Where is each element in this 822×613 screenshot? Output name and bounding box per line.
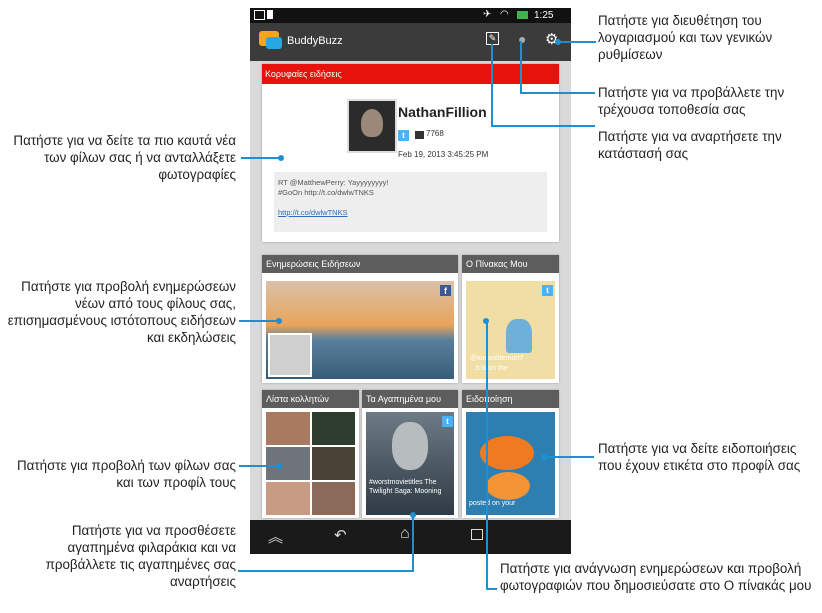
back-icon[interactable]: ↶ — [334, 526, 347, 544]
clock: 1:25 — [534, 10, 554, 21]
hide-keyboard-icon[interactable]: ︽ — [268, 526, 283, 547]
wifi-icon: ◠ — [500, 9, 509, 20]
navigation-bar: ︽ ↶ ⌂ — [250, 520, 571, 554]
callout-line — [486, 321, 488, 590]
buddy-avatar[interactable] — [266, 482, 310, 515]
callout-line — [558, 41, 596, 43]
top-news-card[interactable]: Κορυφαίες ειδήσεις NathanFillion t 7768 … — [262, 64, 559, 242]
user-name: NathanFillion — [398, 104, 487, 120]
callout-settings: Πατήστε για διευθέτηση του λογαριασμού κ… — [598, 13, 773, 62]
app-title: BuddyBuzz — [287, 35, 343, 47]
notification-header: Ειδοποίηση — [462, 390, 559, 408]
buddy-list-header: Λίστα κολλητών — [262, 390, 359, 408]
favorites-photo: #worstmovietitles The Twilight Saga: Moo… — [366, 412, 454, 515]
my-board-tile[interactable]: Ο Πίνακας Μου @lordvoldemort7 ...it is o… — [462, 255, 559, 383]
callout-dot — [555, 39, 561, 45]
action-bar: BuddyBuzz ✎ ● ⚙ — [250, 23, 571, 61]
news-photo — [266, 281, 454, 379]
notification-photo: posted on your — [466, 412, 555, 515]
recent-apps-icon[interactable] — [471, 529, 483, 540]
callout-location: Πατήστε για να προβάλλετε την τρέχουσα τ… — [598, 85, 785, 117]
callout-line — [238, 570, 414, 572]
tweet-link[interactable]: http://t.co/dwlwTNKS — [278, 208, 348, 217]
my-board-caption-1: @lordvoldemort7 — [470, 355, 524, 362]
status-bar: ✈ ◠ 1:25 — [250, 8, 571, 23]
buddy-avatar[interactable] — [312, 482, 355, 515]
callout-line — [491, 125, 595, 127]
callout-top-news: Πατήστε για να δείτε τα πιο καυτά νέα τω… — [13, 133, 236, 182]
home-icon[interactable]: ⌂ — [400, 525, 410, 543]
callout-line — [412, 515, 414, 571]
callout-dot — [276, 463, 282, 469]
news-updates-header: Ενημερώσεις Ειδήσεων — [262, 255, 458, 273]
callout-my-board: Πατήστε για ανάγνωση ενημερώσεων και προ… — [500, 561, 812, 593]
tablet-screen: ✈ ◠ 1:25 BuddyBuzz ✎ ● ⚙ Κορυφαίες ειδήσ… — [250, 8, 571, 554]
top-news-header: Κορυφαίες ειδήσεις — [262, 64, 559, 84]
callout-line — [239, 465, 279, 467]
favorites-header: Τα Αγαπημένα μου — [362, 390, 458, 408]
callout-line — [544, 456, 594, 458]
callout-line — [239, 320, 279, 322]
signal-icon: ✈ — [483, 9, 492, 20]
buddy-avatar[interactable] — [312, 412, 355, 445]
callout-line — [520, 92, 595, 94]
callout-favorites: Πατήστε για να προσθέσετε αγαπημένα φιλα… — [45, 523, 236, 589]
callout-buddy-list: Πατήστε για προβολή των φίλων σας και τω… — [16, 458, 236, 490]
callout-dot — [276, 318, 282, 324]
favorites-tile[interactable]: Τα Αγαπημένα μου #worstmovietitles The T… — [362, 390, 458, 518]
callout-line — [491, 44, 493, 127]
my-board-caption-2: ...it is on the — [470, 365, 508, 372]
buddy-avatar[interactable] — [266, 412, 310, 445]
follower-count: 7768 — [426, 129, 444, 138]
callout-dot — [278, 155, 284, 161]
notification-icon — [254, 10, 265, 20]
twitter-icon: t — [398, 130, 409, 141]
my-board-header: Ο Πίνακας Μου — [462, 255, 559, 273]
tweet-box: RT @MatthewPerry: Yayyyyyyyy! #GoOn http… — [274, 172, 547, 232]
notification-caption: posted on your — [469, 500, 516, 507]
facebook-icon: f — [440, 285, 451, 296]
callout-notification: Πατήστε για να δείτε ειδοποιήσεις που έχ… — [598, 441, 801, 473]
battery-icon — [517, 11, 528, 19]
favorites-caption: #worstmovietitles The Twilight Saga: Moo… — [369, 479, 442, 495]
buddy-avatar[interactable] — [312, 447, 355, 480]
callout-post-status: Πατήστε για να αναρτήσετε την κατάστασή … — [598, 129, 782, 161]
followers-icon — [415, 131, 424, 139]
buddy-list-tile[interactable]: Λίστα κολλητών — [262, 390, 359, 518]
twitter-icon: t — [442, 416, 453, 427]
callout-news-updates: Πατήστε για προβολή ενημερώσεων νέων από… — [7, 279, 236, 345]
app-logo-icon — [259, 31, 282, 49]
file-icon — [267, 10, 273, 19]
callout-dot — [483, 318, 489, 324]
callout-line — [241, 157, 281, 159]
buddy-avatar[interactable] — [266, 447, 310, 480]
callout-line — [486, 588, 497, 590]
callout-dot — [541, 454, 547, 460]
post-timestamp: Feb 19, 2013 3:45:25 PM — [398, 150, 489, 159]
tweet-text-line2: #GoOn http://t.co/dwlwTNKS — [278, 188, 374, 197]
twitter-icon: t — [542, 285, 553, 296]
news-thumbnail — [268, 333, 312, 377]
news-updates-tile[interactable]: Ενημερώσεις Ειδήσεων f — [262, 255, 458, 383]
avatar[interactable] — [347, 99, 397, 153]
callout-dot — [410, 512, 416, 518]
callout-line — [520, 41, 522, 94]
tweet-text-line1: RT @MatthewPerry: Yayyyyyyyy! — [278, 178, 389, 187]
